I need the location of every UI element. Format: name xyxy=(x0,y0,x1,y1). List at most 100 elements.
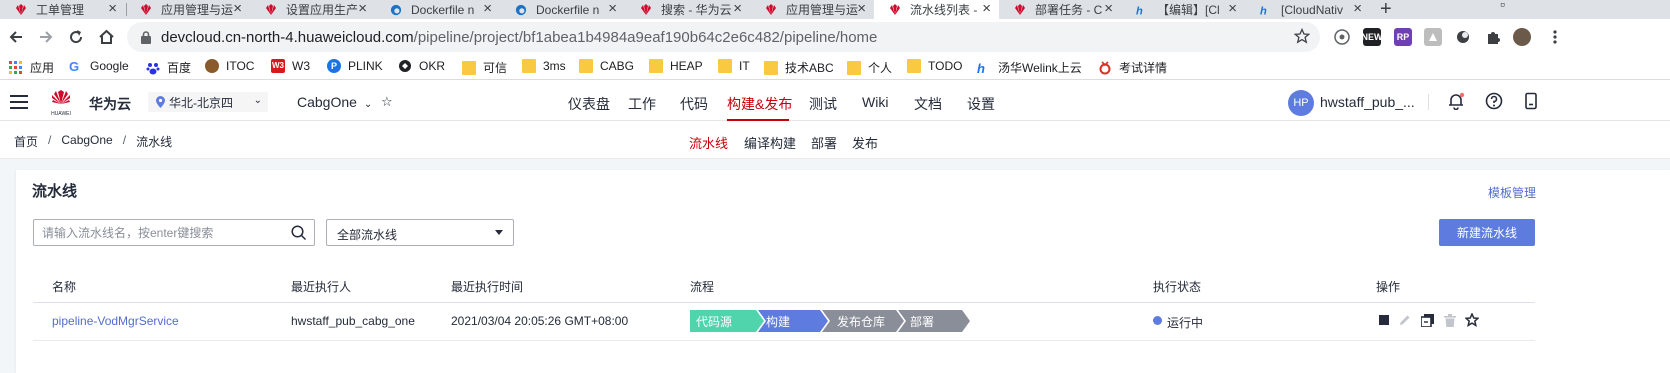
reload-button[interactable] xyxy=(63,24,89,50)
new-pipeline-button[interactable]: 新建流水线 xyxy=(1439,219,1535,246)
forward-button[interactable] xyxy=(33,24,59,50)
bookmark-label: 应用 xyxy=(30,61,55,75)
svg-text:h: h xyxy=(1260,5,1267,16)
nav-code[interactable]: 代码 xyxy=(680,94,708,114)
breadcrumb-project[interactable]: CabgOne xyxy=(61,133,112,150)
project-selector[interactable]: CabgOne ⌄ xyxy=(297,94,372,110)
user-name[interactable]: hwstaff_pub_... xyxy=(1320,94,1415,110)
bookmark-apps[interactable]: 应用 xyxy=(9,59,54,76)
menu-hamburger-icon[interactable] xyxy=(10,95,28,113)
bookmark-itoc[interactable]: ITOC xyxy=(205,59,254,73)
tab-close-icon[interactable]: × xyxy=(483,1,492,17)
bookmark-folder[interactable]: 可信 xyxy=(462,59,507,76)
favorite-star-icon[interactable] xyxy=(1465,313,1479,327)
pipeline-name-link[interactable]: pipeline-VodMgrService xyxy=(52,314,179,328)
tab-close-icon[interactable]: × xyxy=(1353,1,1362,17)
bookmark-folder[interactable]: CABG xyxy=(579,59,634,73)
bookmark-folder[interactable]: 3ms xyxy=(522,59,566,73)
bookmark-star-icon[interactable] xyxy=(1294,28,1310,44)
extension-grid-icon[interactable] xyxy=(1333,28,1351,46)
browser-tab[interactable]: Dockerfile n × xyxy=(375,0,500,19)
template-management-link[interactable]: 模板管理 xyxy=(1488,184,1536,201)
browser-tab[interactable]: Dockerfile n × xyxy=(500,0,625,19)
header-divider xyxy=(1428,94,1429,110)
browser-tab[interactable]: h 【编辑】[Cl × xyxy=(1121,0,1245,19)
bookmark-folder[interactable]: HEAP xyxy=(649,59,703,73)
browser-tab[interactable]: 应用管理与运维平台 × xyxy=(125,0,250,19)
subnav-release[interactable]: 发布 xyxy=(852,133,878,152)
extension-rp-icon[interactable]: RP xyxy=(1394,28,1412,46)
home-button[interactable] xyxy=(93,24,119,50)
status-running-dot xyxy=(1153,316,1162,325)
tab-close-icon[interactable]: × xyxy=(608,1,617,17)
tab-close-icon[interactable]: × xyxy=(233,1,242,17)
profile-avatar-icon[interactable] xyxy=(1513,28,1531,46)
region-selector[interactable]: 华北-北京四 ⌄ xyxy=(148,92,268,112)
nav-work[interactable]: 工作 xyxy=(628,94,656,114)
user-avatar[interactable]: HP xyxy=(1288,90,1314,116)
breadcrumb-home[interactable]: 首页 xyxy=(14,133,38,150)
browser-tab[interactable]: 工单管理 × xyxy=(0,0,125,19)
extension-pdf-icon[interactable] xyxy=(1424,28,1442,46)
back-button[interactable] xyxy=(3,24,29,50)
nav-docs[interactable]: 文档 xyxy=(914,94,942,114)
bookmark-w3[interactable]: W3 W3 xyxy=(271,59,310,73)
browser-tab-active[interactable]: 流水线列表 - × xyxy=(874,0,999,19)
browser-tab[interactable]: 部署任务 - C × xyxy=(999,0,1121,19)
browser-tab[interactable]: 设置应用生产 × xyxy=(250,0,375,19)
search-icon[interactable] xyxy=(291,225,307,241)
bookmark-plink[interactable]: P PLINK xyxy=(327,59,383,73)
mobile-phone-icon[interactable] xyxy=(1522,92,1540,110)
edit-pencil-icon[interactable] xyxy=(1398,313,1412,327)
bookmark-folder[interactable]: 技术ABC xyxy=(764,59,834,76)
tab-close-icon[interactable]: × xyxy=(1104,1,1113,17)
nav-wiki[interactable]: Wiki xyxy=(862,94,888,110)
tab-close-icon[interactable]: × xyxy=(108,1,117,17)
browser-tab[interactable]: 应用管理与运维 × xyxy=(750,0,874,19)
tab-close-icon[interactable]: × xyxy=(1228,1,1237,17)
bookmark-folder[interactable]: 个人 xyxy=(847,59,892,76)
nav-build-release[interactable]: 构建&发布 xyxy=(727,94,792,114)
bookmark-google[interactable]: G Google xyxy=(69,59,129,73)
pipeline-search-box xyxy=(33,219,315,246)
copy-icon[interactable] xyxy=(1420,313,1434,327)
bookmark-okr[interactable]: OKR xyxy=(398,59,445,73)
new-tab-button[interactable]: + xyxy=(1380,0,1392,19)
w3-icon: W3 xyxy=(271,59,285,73)
tab-close-icon[interactable]: × xyxy=(358,1,367,17)
nav-dashboard[interactable]: 仪表盘 xyxy=(568,94,610,114)
browser-menu-icon[interactable] xyxy=(1546,28,1564,46)
pipeline-search-input[interactable] xyxy=(34,220,274,245)
pipeline-filter-select[interactable]: 全部流水线 xyxy=(326,219,514,246)
browser-tab[interactable]: h [CloudNativ × xyxy=(1245,0,1370,19)
nav-test[interactable]: 测试 xyxy=(809,94,837,114)
bookmark-label: 个人 xyxy=(868,61,893,75)
tab-close-icon[interactable]: × xyxy=(733,1,742,17)
extensions-puzzle-icon[interactable] xyxy=(1484,28,1502,46)
subnav-pipeline[interactable]: 流水线 xyxy=(689,133,728,152)
bookmark-folder[interactable]: IT xyxy=(718,59,750,73)
folder-icon xyxy=(462,60,476,75)
extension-new-icon[interactable]: NEW xyxy=(1362,28,1383,46)
apps-grid-icon xyxy=(9,60,22,74)
nav-settings[interactable]: 设置 xyxy=(967,94,995,114)
tab-close-icon[interactable]: × xyxy=(982,1,991,17)
tab-title: 【编辑】[Cl xyxy=(1157,3,1220,17)
favorite-project-star-icon[interactable]: ☆ xyxy=(381,94,393,110)
browser-tab[interactable]: 搜索 - 华为云 × xyxy=(625,0,750,19)
subnav-compile-build[interactable]: 编译构建 xyxy=(744,133,796,152)
stop-icon[interactable] xyxy=(1377,313,1391,327)
bookmark-exam[interactable]: 考试详情 xyxy=(1098,59,1167,76)
address-bar[interactable]: devcloud.cn-north-4.huaweicloud.com/pipe… xyxy=(127,22,1320,52)
delete-trash-icon[interactable] xyxy=(1443,313,1457,327)
tab-close-icon[interactable]: × xyxy=(857,1,866,17)
bookmark-welink[interactable]: h 汤华Welink上云 xyxy=(977,59,1082,76)
bell-notification-icon[interactable] xyxy=(1447,92,1465,110)
window-restore-icon[interactable]: ▫ xyxy=(1500,0,1505,12)
extension-circle-icon[interactable] xyxy=(1454,28,1472,46)
subnav-deploy[interactable]: 部署 xyxy=(811,133,837,152)
help-question-icon[interactable] xyxy=(1485,92,1503,110)
bookmark-folder[interactable]: TODO xyxy=(907,59,962,73)
page-title: 流水线 xyxy=(32,183,78,200)
bookmark-baidu[interactable]: 百度 xyxy=(146,59,191,76)
